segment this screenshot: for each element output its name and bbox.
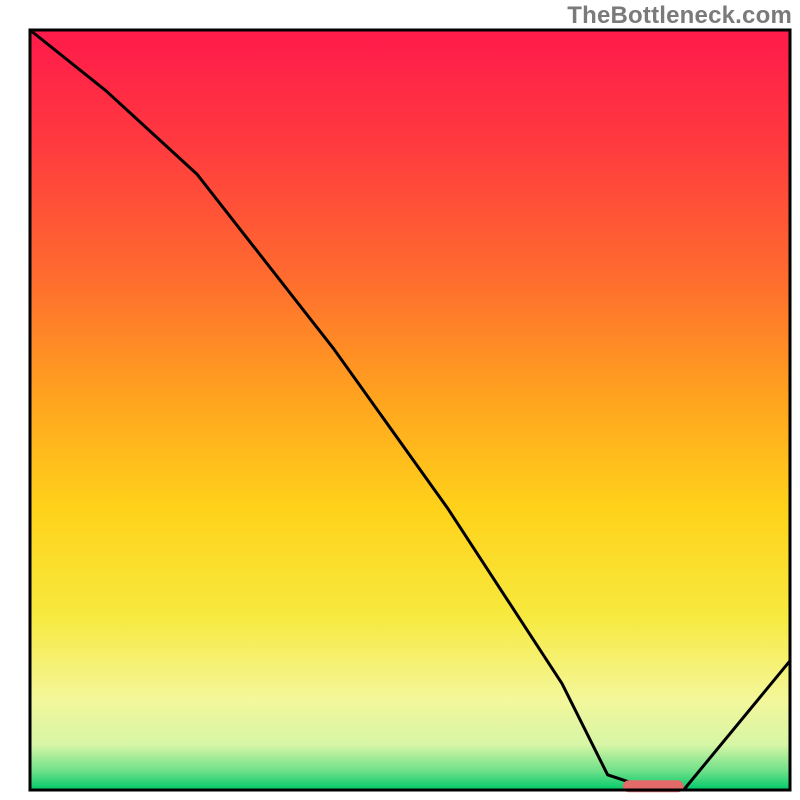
chart-container: TheBottleneck.com [0, 0, 800, 800]
watermark-text: TheBottleneck.com [567, 2, 792, 30]
plot-background [30, 30, 790, 790]
bottleneck-chart [0, 0, 800, 800]
